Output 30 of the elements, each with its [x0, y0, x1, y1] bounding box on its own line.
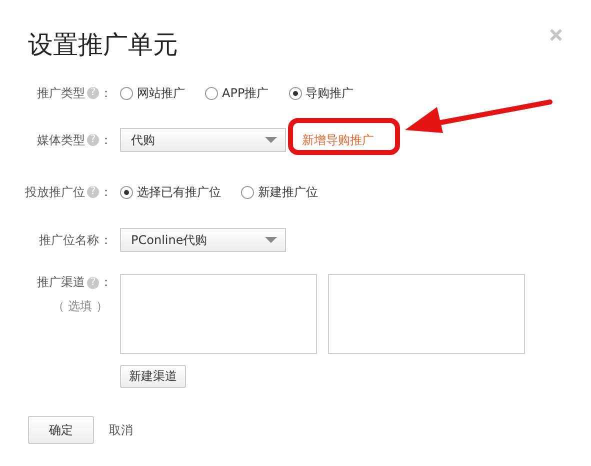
- colon-text: ：: [100, 184, 112, 200]
- radio-button[interactable]: [288, 86, 302, 100]
- radio-button[interactable]: [205, 86, 218, 100]
- close-icon[interactable]: [549, 28, 563, 42]
- radio-label[interactable]: 导购推广: [306, 84, 354, 102]
- radio-label[interactable]: 选择已有推广位: [137, 184, 221, 200]
- field-label: 推广位名称: [39, 232, 99, 248]
- radio-button[interactable]: [241, 186, 254, 198]
- field-label: 推广类型: [37, 84, 85, 102]
- radio-label[interactable]: 新建推广位: [258, 184, 318, 200]
- colon-text: ：: [100, 84, 112, 102]
- dialog-title: 设置推广单元: [28, 29, 178, 61]
- field-label: 媒体类型: [37, 132, 85, 148]
- dropdown[interactable]: 代购: [120, 128, 286, 152]
- new-channel-button[interactable]: 新建渠道: [120, 365, 186, 388]
- radio-button[interactable]: [120, 186, 133, 198]
- radio-button[interactable]: [120, 86, 133, 100]
- dropdown[interactable]: PConline代购: [120, 228, 286, 252]
- radio-label[interactable]: APP推广: [222, 84, 269, 102]
- colon-text: ：: [100, 132, 112, 148]
- radio-label[interactable]: 网站推广: [137, 84, 185, 102]
- optional-note: （ 选填 ）: [52, 298, 108, 315]
- colon-text: ：: [100, 232, 112, 248]
- list-box[interactable]: [120, 274, 317, 354]
- field-label: 推广渠道: [37, 274, 85, 291]
- confirm-button[interactable]: 确定: [28, 416, 94, 444]
- list-box[interactable]: [328, 274, 525, 354]
- colon-text: ：: [100, 274, 112, 291]
- field-label: 投放推广位: [25, 184, 85, 200]
- cancel-link[interactable]: 取消: [109, 422, 133, 438]
